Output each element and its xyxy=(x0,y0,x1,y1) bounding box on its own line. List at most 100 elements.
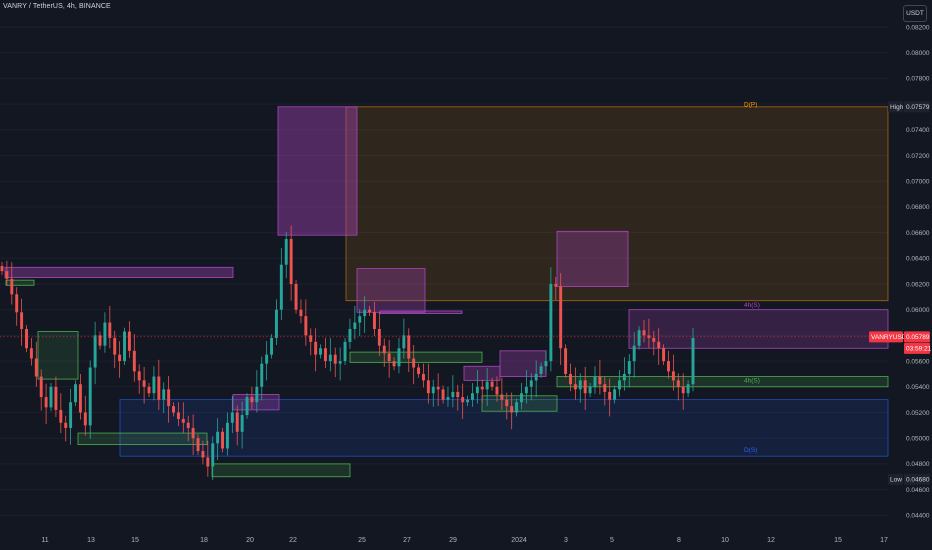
bearish-candle[interactable] xyxy=(167,389,171,407)
bullish-candle[interactable] xyxy=(431,386,435,394)
time-axis[interactable]: 11 13 15 18 20 22 25 27 29 2024 3 5 8 10 12 15 17 xyxy=(41,537,888,544)
bearish-candle[interactable] xyxy=(157,376,161,400)
bullish-candle[interactable] xyxy=(88,367,92,426)
bullish-candle[interactable] xyxy=(593,376,597,387)
bullish-candle[interactable] xyxy=(622,373,626,381)
bullish-candle[interactable] xyxy=(245,397,249,416)
bearish-candle[interactable] xyxy=(142,380,146,387)
bearish-candle[interactable] xyxy=(309,335,313,342)
bullish-candle[interactable] xyxy=(328,354,332,362)
bearish-candle[interactable] xyxy=(34,358,38,377)
bearish-candle[interactable] xyxy=(564,348,568,374)
bullish-candle[interactable] xyxy=(539,366,543,374)
bearish-candle[interactable] xyxy=(554,284,558,287)
bullish-candle[interactable] xyxy=(103,322,107,346)
bearish-candle[interactable] xyxy=(377,328,381,346)
bearish-candle[interactable] xyxy=(480,386,484,390)
bullish-candle[interactable] xyxy=(69,402,73,428)
bullish-candle[interactable] xyxy=(618,380,621,390)
bearish-candle[interactable] xyxy=(559,286,563,349)
bullish-candle[interactable] xyxy=(686,384,690,394)
bearish-candle[interactable] xyxy=(83,412,87,426)
bearish-candle[interactable] xyxy=(510,406,514,413)
bearish-candle[interactable] xyxy=(392,361,396,367)
bullish-candle[interactable] xyxy=(451,391,455,398)
bearish-candle[interactable] xyxy=(39,376,43,398)
bearish-candle[interactable] xyxy=(407,335,411,359)
bearish-candle[interactable] xyxy=(299,309,303,317)
bearish-candle[interactable] xyxy=(426,380,430,394)
bearish-candle[interactable] xyxy=(603,384,607,392)
bearish-candle[interactable] xyxy=(652,337,656,342)
bearish-candle[interactable] xyxy=(289,239,293,284)
bullish-candle[interactable] xyxy=(348,328,352,342)
bearish-candle[interactable] xyxy=(294,284,298,310)
bearish-candle[interactable] xyxy=(495,386,499,395)
bullish-candle[interactable] xyxy=(49,386,53,408)
bearish-candle[interactable] xyxy=(196,438,200,452)
bullish-candle[interactable] xyxy=(524,386,528,394)
bearish-candle[interactable] xyxy=(0,266,4,272)
bullish-candle[interactable] xyxy=(466,399,470,403)
bearish-candle[interactable] xyxy=(569,373,572,385)
bullish-candle[interactable] xyxy=(627,361,631,374)
bearish-candle[interactable] xyxy=(59,409,63,423)
bearish-candle[interactable] xyxy=(206,457,210,467)
bearish-candle[interactable] xyxy=(500,394,504,400)
bearish-candle[interactable] xyxy=(333,354,337,364)
bullish-candle[interactable] xyxy=(632,345,636,362)
bearish-candle[interactable] xyxy=(314,341,318,355)
bearish-candle[interactable] xyxy=(5,271,9,279)
bearish-candle[interactable] xyxy=(20,312,24,329)
bearish-candle[interactable] xyxy=(44,397,48,408)
bullish-candle[interactable] xyxy=(152,376,156,394)
bullish-candle[interactable] xyxy=(544,361,548,367)
bearish-candle[interactable] xyxy=(304,316,308,336)
bearish-candle[interactable] xyxy=(676,380,680,387)
bearish-candle[interactable] xyxy=(441,389,445,400)
bearish-candle[interactable] xyxy=(461,397,465,403)
bearish-candle[interactable] xyxy=(235,412,239,432)
bearish-candle[interactable] xyxy=(323,348,327,362)
bearish-candle[interactable] xyxy=(573,384,577,390)
bullish-candle[interactable] xyxy=(279,264,283,310)
price-chart[interactable]: D(P) 4h(S) 4h(S) D(S) 0.08200 0.08000 0.07800… xyxy=(0,0,932,550)
bearish-candle[interactable] xyxy=(172,406,175,413)
currency-button[interactable]: USDT xyxy=(903,5,927,22)
bearish-candle[interactable] xyxy=(583,380,587,394)
bullish-candle[interactable] xyxy=(240,415,244,432)
bullish-candle[interactable] xyxy=(123,331,126,362)
bearish-candle[interactable] xyxy=(681,386,685,394)
bearish-candle[interactable] xyxy=(78,384,82,413)
bearish-candle[interactable] xyxy=(436,386,440,390)
bullish-candle[interactable] xyxy=(515,402,519,413)
bearish-candle[interactable] xyxy=(147,386,151,394)
bearish-candle[interactable] xyxy=(456,391,460,398)
bullish-candle[interactable] xyxy=(578,380,582,390)
bullish-candle[interactable] xyxy=(74,384,77,403)
bullish-candle[interactable] xyxy=(338,361,342,364)
bullish-candle[interactable] xyxy=(260,363,264,387)
bearish-candle[interactable] xyxy=(137,371,141,381)
bullish-candle[interactable] xyxy=(274,309,278,338)
bullish-candle[interactable] xyxy=(230,412,234,423)
bearish-candle[interactable] xyxy=(667,361,670,372)
bullish-candle[interactable] xyxy=(225,422,229,449)
bearish-candle[interactable] xyxy=(181,418,185,423)
bearish-candle[interactable] xyxy=(64,422,68,428)
bullish-candle[interactable] xyxy=(475,386,479,394)
bearish-candle[interactable] xyxy=(29,348,33,359)
bearish-candle[interactable] xyxy=(54,386,58,410)
bearish-candle[interactable] xyxy=(671,371,675,381)
bullish-candle[interactable] xyxy=(470,393,474,400)
bearish-candle[interactable] xyxy=(412,358,416,368)
bearish-candle[interactable] xyxy=(372,312,376,329)
bullish-candle[interactable] xyxy=(588,386,592,394)
bearish-candle[interactable] xyxy=(132,350,136,372)
bullish-candle[interactable] xyxy=(397,348,401,367)
bearish-candle[interactable] xyxy=(657,341,661,349)
bullish-candle[interactable] xyxy=(353,322,357,329)
bullish-candle[interactable] xyxy=(613,389,617,400)
bearish-candle[interactable] xyxy=(250,397,254,403)
bullish-candle[interactable] xyxy=(637,330,641,346)
